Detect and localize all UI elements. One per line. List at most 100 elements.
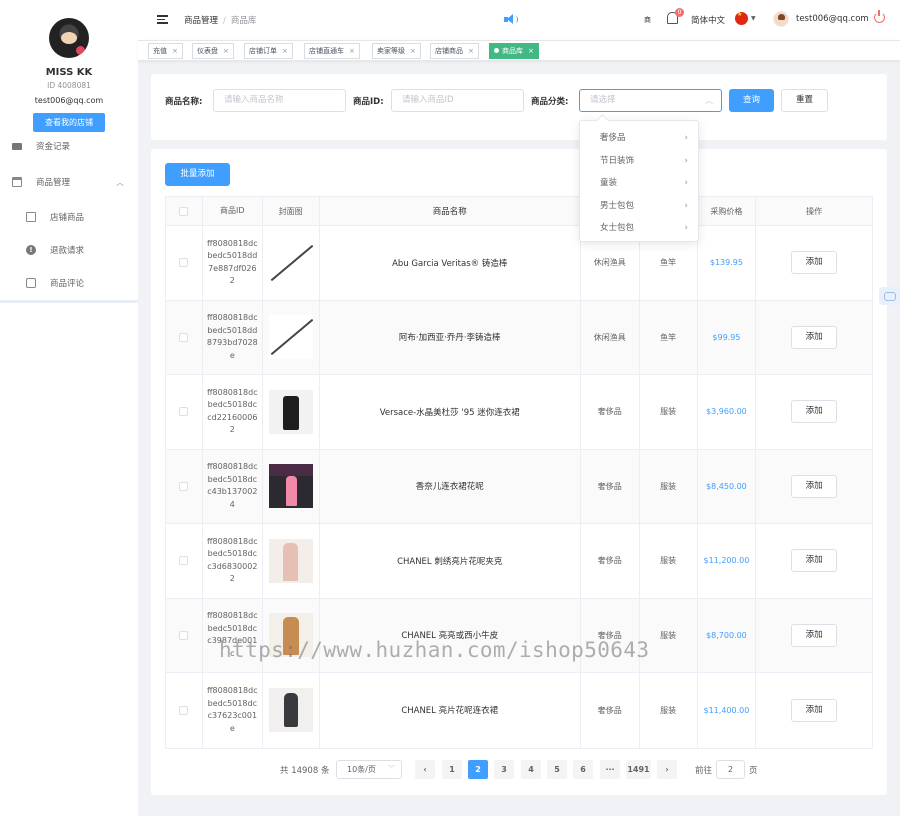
china-flag-icon[interactable] <box>735 11 748 25</box>
floating-chat-icon[interactable] <box>879 287 900 305</box>
batch-add-button[interactable]: 批量添加 <box>165 163 230 186</box>
column-header: 操作 <box>806 206 823 216</box>
add-product-button[interactable]: 添加 <box>791 400 838 424</box>
purchase-price: $3,960.00 <box>698 375 757 449</box>
pagination: 共 14908 条 10条/页 ﹀ ‹ 1 2 3 4 5 6 ··· 1491 … <box>151 760 887 780</box>
product-category: 奢侈品 <box>581 449 640 523</box>
sidebar-item-funds[interactable]: 资金记录 <box>0 136 138 156</box>
row-checkbox[interactable] <box>179 705 189 715</box>
category-label: 商品分类: <box>531 97 569 107</box>
category-option[interactable]: 节日装饰 › <box>580 150 698 173</box>
purchase-price: $8,700.00 <box>698 598 757 672</box>
product-name-input[interactable]: 请输入商品名称 <box>213 89 346 112</box>
page-button[interactable]: 1 <box>442 760 462 779</box>
tag-product-library[interactable]: 商品库 × <box>489 43 539 59</box>
tag-recharge[interactable]: 充值 × <box>148 43 183 59</box>
tag-seller-level[interactable]: 卖家等级 × <box>372 43 421 59</box>
product-name-label: 商品名称: <box>165 97 203 107</box>
sidebar-item-product-management[interactable]: 商品管理 ︿ <box>0 172 138 192</box>
view-shop-button[interactable]: 查看我的店铺 <box>33 113 105 132</box>
menu-toggle-icon[interactable] <box>157 15 168 24</box>
tag-shop-products[interactable]: 店铺商品 × <box>430 43 479 59</box>
chevron-right-icon: › <box>684 155 688 166</box>
top-header: 商品管理/商品库 商 0 简体中文 ▼ test006@qq.com <box>138 0 900 40</box>
reset-button[interactable]: 重置 <box>781 89 828 112</box>
prev-page-button[interactable]: ‹ <box>415 760 435 779</box>
add-product-button[interactable]: 添加 <box>791 549 838 573</box>
more-pages-button[interactable]: ··· <box>600 760 620 779</box>
category-option[interactable]: 童装 › <box>580 172 698 195</box>
page-button[interactable]: 5 <box>547 760 567 779</box>
goto-label: 前往 <box>695 766 713 776</box>
page-button-current[interactable]: 2 <box>468 760 488 779</box>
select-all-checkbox[interactable] <box>179 206 189 216</box>
table-row: ff8080818dcbedc5018dccd221600062 Versace… <box>166 375 872 450</box>
add-product-button[interactable]: 添加 <box>791 623 838 647</box>
tag-dashboard[interactable]: 仪表盘 × <box>192 43 234 59</box>
warning-icon: ! <box>26 245 36 255</box>
sidebar-item-label: 商品评论 <box>50 279 85 289</box>
language-selector[interactable]: 简体中文 <box>691 14 725 26</box>
page-button[interactable]: 3 <box>494 760 514 779</box>
next-page-button[interactable]: › <box>657 760 677 779</box>
row-checkbox[interactable] <box>179 407 189 417</box>
tag-shop-orders[interactable]: 店铺订单 × <box>244 43 293 59</box>
page-size-select[interactable]: 10条/页 ﹀ <box>336 760 402 779</box>
row-checkbox[interactable] <box>179 481 189 491</box>
purchase-price: $99.95 <box>698 300 757 374</box>
product-id: ff8080818dcbedc5018dcc3d68300022 <box>203 524 263 598</box>
product-name: CHANEL 亮片花呢连衣裙 <box>320 673 581 748</box>
goto-page-input[interactable]: 2 <box>716 760 745 779</box>
page-button[interactable]: 4 <box>521 760 541 779</box>
chevron-right-icon: › <box>684 223 688 233</box>
product-name: 阿布·加西亚·乔丹·李铸造棒 <box>320 300 581 374</box>
close-icon[interactable]: × <box>528 47 534 55</box>
category-select[interactable]: 请选择 ︿ <box>579 89 722 112</box>
close-icon[interactable]: × <box>282 47 288 55</box>
close-icon[interactable]: × <box>349 47 355 55</box>
header-avatar[interactable] <box>773 11 789 27</box>
user-name: MISS KK <box>45 67 93 78</box>
add-product-button[interactable]: 添加 <box>791 698 838 722</box>
sidebar-item-refunds[interactable]: ! 退款请求 <box>0 240 138 260</box>
close-icon[interactable]: × <box>410 47 416 55</box>
page-button[interactable]: 1491 <box>626 760 651 779</box>
close-icon[interactable]: × <box>223 47 229 55</box>
product-id-label: 商品ID: <box>353 97 384 107</box>
row-checkbox[interactable] <box>179 332 189 342</box>
column-header: 商品ID <box>203 197 263 225</box>
chevron-right-icon: › <box>684 178 688 188</box>
tag-shop-ads[interactable]: 店铺直通车 × <box>304 43 360 59</box>
product-id: ff8080818dcbedc5018dd7e887df0262 <box>203 226 263 300</box>
page-button[interactable]: 6 <box>573 760 593 779</box>
row-checkbox[interactable] <box>179 556 189 566</box>
row-checkbox[interactable] <box>179 258 189 268</box>
product-thumbnail <box>268 315 313 360</box>
product-id-input[interactable]: 请输入商品ID <box>391 89 524 112</box>
product-category: 奢侈品 <box>581 673 640 748</box>
logout-icon[interactable] <box>874 10 885 23</box>
add-product-button[interactable]: 添加 <box>791 251 838 275</box>
header-email[interactable]: test006@qq.com <box>796 14 869 24</box>
chevron-down-icon: ﹀ <box>388 765 395 773</box>
table-header: 商品ID 封面图 商品名称 采购价格 操作 <box>166 197 872 226</box>
caret-down-icon[interactable]: ▼ <box>751 15 756 22</box>
add-product-button[interactable]: 添加 <box>791 325 838 349</box>
breadcrumb-item[interactable]: 商品管理 <box>184 16 218 26</box>
sidebar-item-shop-products[interactable]: 店铺商品 <box>0 207 138 227</box>
chevron-right-icon: › <box>684 200 688 211</box>
product-id: ff8080818dcbedc5018dd8793bd7028e <box>203 300 263 374</box>
sidebar-item-reviews[interactable]: 商品评论 <box>0 273 138 293</box>
row-checkbox[interactable] <box>179 630 189 640</box>
close-icon[interactable]: × <box>468 47 474 55</box>
category-option[interactable]: 奢侈品 › <box>580 127 698 150</box>
purchase-price: $139.95 <box>698 226 757 300</box>
category-option[interactable]: 男士包包 › <box>580 195 698 218</box>
product-category: 奢侈品 <box>581 524 640 598</box>
announcement-icon[interactable] <box>504 13 518 25</box>
product-table: 商品ID 封面图 商品名称 采购价格 操作 ff8080818dcbedc501… <box>165 196 873 749</box>
add-product-button[interactable]: 添加 <box>791 474 838 498</box>
close-icon[interactable]: × <box>172 47 178 55</box>
query-button[interactable]: 查询 <box>729 89 774 112</box>
category-option[interactable]: 女士包包 › <box>580 217 698 240</box>
